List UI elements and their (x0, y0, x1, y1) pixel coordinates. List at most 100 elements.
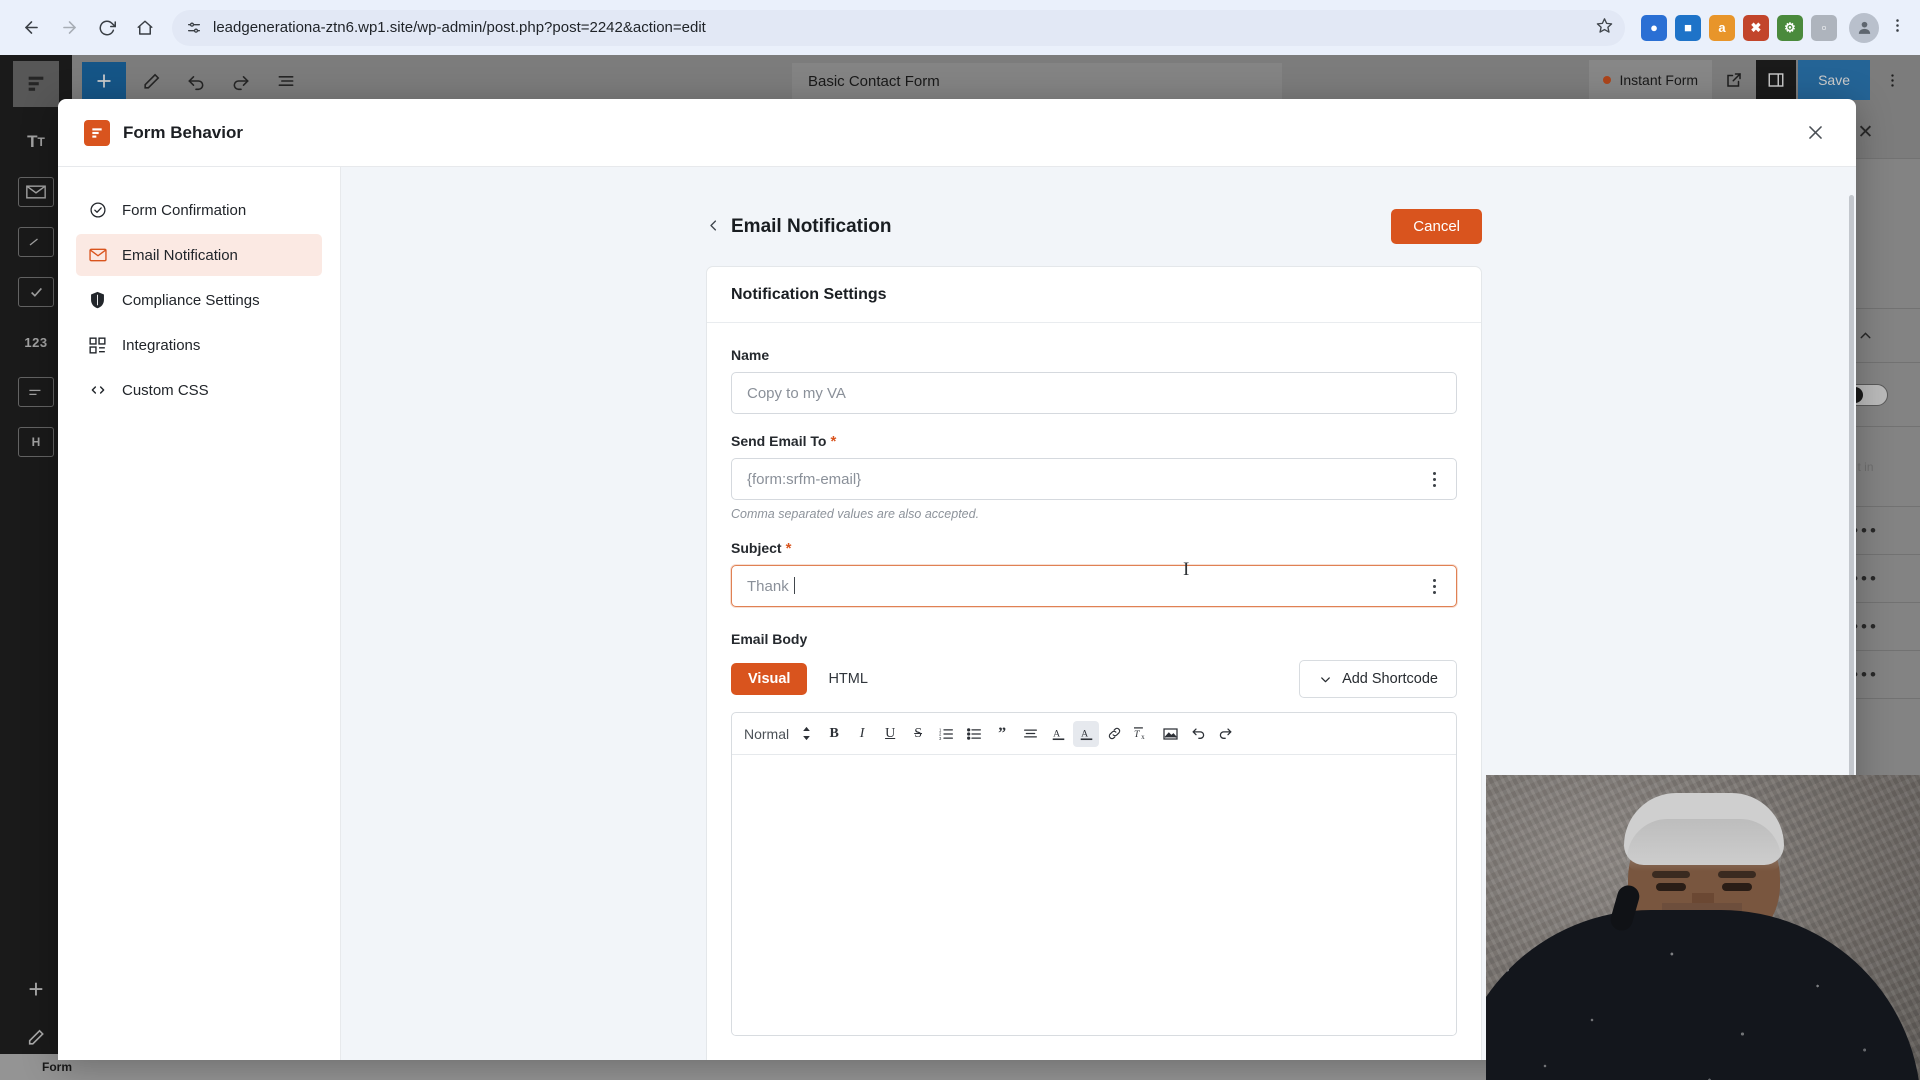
extension-6-icon[interactable]: ▫ (1811, 14, 1837, 41)
sidebar-item-label: Compliance Settings (122, 291, 260, 309)
size-stepper-icon[interactable] (793, 721, 819, 747)
rich-text-editor: Normal B I U S 123 ” A A T x (731, 712, 1457, 1036)
back-arrow-icon[interactable] (14, 11, 48, 45)
forward-arrow-icon[interactable] (52, 11, 86, 45)
redo-icon[interactable] (1213, 721, 1239, 747)
sidebar-item-integrations[interactable]: Integrations (76, 324, 322, 366)
required-asterisk: * (830, 432, 837, 450)
star-icon[interactable] (1596, 17, 1613, 39)
sidebar-item-label: Email Notification (122, 246, 238, 264)
add-shortcode-label: Add Shortcode (1342, 671, 1438, 687)
link-icon[interactable] (1101, 721, 1127, 747)
extension-2-icon[interactable]: ■ (1675, 14, 1701, 41)
sidebar-item-label: Form Confirmation (122, 201, 247, 219)
add-shortcode-button[interactable]: Add Shortcode (1299, 660, 1457, 698)
webcam-eye-left (1656, 883, 1686, 891)
field-label: Subject * (731, 540, 1457, 556)
subject-input[interactable]: Thank I (731, 559, 1457, 607)
shield-icon (88, 291, 107, 310)
sidebar-item-form-confirmation[interactable]: Form Confirmation (76, 189, 322, 231)
webcam-eyebrow-left (1652, 871, 1690, 878)
webcam-eye-right (1722, 883, 1752, 891)
sidebar-item-custom-css[interactable]: Custom CSS (76, 369, 322, 411)
blockquote-icon[interactable]: ” (989, 721, 1015, 747)
address-bar[interactable]: leadgenerationa-ztn6.wp1.site/wp-admin/p… (172, 9, 1625, 46)
send-email-to-value: {form:srfm-email} (747, 470, 862, 488)
webcam-overlay (1486, 775, 1920, 1080)
svg-text:A: A (1053, 728, 1060, 739)
modal-header: Form Behavior (58, 99, 1856, 167)
cancel-button[interactable]: Cancel (1391, 209, 1482, 244)
sureforms-logo-icon (84, 119, 110, 146)
code-brackets-icon (88, 381, 107, 400)
editor-format-toolbar: Normal B I U S 123 ” A A T x (732, 713, 1456, 755)
tab-html[interactable]: HTML (811, 663, 884, 695)
email-body-label-text: Email Body (731, 631, 808, 647)
ordered-list-icon[interactable]: 123 (933, 721, 959, 747)
subject-label-text: Subject (731, 540, 782, 556)
modal-title: Form Behavior (123, 122, 243, 142)
reload-icon[interactable] (90, 11, 124, 45)
underline-icon[interactable]: U (877, 721, 903, 747)
italic-icon[interactable]: I (849, 721, 875, 747)
name-input-value: Copy to my VA (747, 384, 846, 402)
highlight-color-icon[interactable]: A (1073, 720, 1100, 747)
strikethrough-icon[interactable]: S (905, 721, 931, 747)
field-label: Email Body (731, 631, 1457, 647)
field-label: Name (731, 347, 1457, 363)
site-settings-icon[interactable] (186, 20, 202, 36)
subject-text: Thank (747, 578, 793, 595)
send-email-to-input[interactable]: {form:srfm-email} (731, 458, 1457, 500)
field-email-body: Email Body Visual HTML Add Shortcode Nor… (731, 631, 1457, 1036)
tab-visual[interactable]: Visual (731, 663, 808, 695)
home-icon[interactable] (128, 11, 162, 45)
send-email-to-helper: Comma separated values are also accepted… (731, 507, 980, 521)
grid-apps-icon (88, 336, 107, 355)
close-icon[interactable] (1798, 116, 1832, 150)
browser-chrome: leadgenerationa-ztn6.wp1.site/wp-admin/p… (0, 0, 1920, 55)
sidebar-item-email-notification[interactable]: Email Notification (76, 234, 322, 276)
bold-icon[interactable]: B (821, 721, 847, 747)
envelope-icon (88, 246, 107, 265)
notification-settings-card: Notification Settings Name Copy to my VA (706, 266, 1482, 1060)
page-header: Email Notification Cancel (706, 209, 1482, 244)
field-subject: Subject * Thank I (731, 540, 1457, 607)
clear-format-icon[interactable]: Tx (1129, 721, 1155, 747)
text-color-icon[interactable]: A (1045, 721, 1071, 747)
required-asterisk: * (785, 539, 792, 557)
sidebar-item-label: Custom CSS (122, 381, 209, 399)
extension-4-icon[interactable]: ✖ (1743, 14, 1769, 41)
sidebar-item-compliance-settings[interactable]: Compliance Settings (76, 279, 322, 321)
extension-5-icon[interactable]: ⚙ (1777, 14, 1803, 41)
email-body-editor-area[interactable] (732, 755, 1456, 1035)
svg-text:A: A (1081, 728, 1088, 739)
extension-3-icon[interactable]: a (1709, 14, 1735, 41)
format-select[interactable]: Normal (744, 726, 789, 742)
modal-sidebar: Form Confirmation Email Notification Com… (58, 167, 341, 1060)
kebab-menu-icon[interactable] (1424, 468, 1444, 490)
editor-mode-toggle: Visual HTML (731, 663, 885, 695)
sidebar-item-label: Integrations (122, 336, 201, 354)
bullet-list-icon[interactable] (961, 721, 987, 747)
name-input[interactable]: Copy to my VA (731, 372, 1457, 414)
card-title: Notification Settings (707, 267, 1481, 323)
field-name: Name Copy to my VA (731, 347, 1457, 414)
text-cursor (793, 577, 795, 594)
three-dot-menu-icon[interactable] (1889, 17, 1906, 39)
field-send-email-to: Send Email To * {form:srfm-email} Comma … (731, 433, 1457, 521)
kebab-menu-icon[interactable] (1424, 575, 1444, 597)
webcam-hair-shade (1627, 819, 1781, 871)
svg-text:3: 3 (939, 735, 942, 740)
undo-icon[interactable] (1185, 721, 1211, 747)
chevron-left-icon[interactable] (706, 218, 721, 236)
editor-mode-row: Visual HTML Add Shortcode (731, 660, 1457, 698)
name-label-text: Name (731, 347, 770, 363)
i-beam-cursor-icon: I (1183, 559, 1190, 580)
svg-text:x: x (1141, 733, 1145, 741)
extension-1-icon[interactable]: ● (1641, 14, 1667, 41)
avatar[interactable] (1849, 12, 1879, 43)
webcam-eyebrow-right (1718, 871, 1756, 878)
align-icon[interactable] (1017, 721, 1043, 747)
subject-input-value: Thank (747, 577, 1424, 595)
image-icon[interactable] (1157, 721, 1183, 747)
